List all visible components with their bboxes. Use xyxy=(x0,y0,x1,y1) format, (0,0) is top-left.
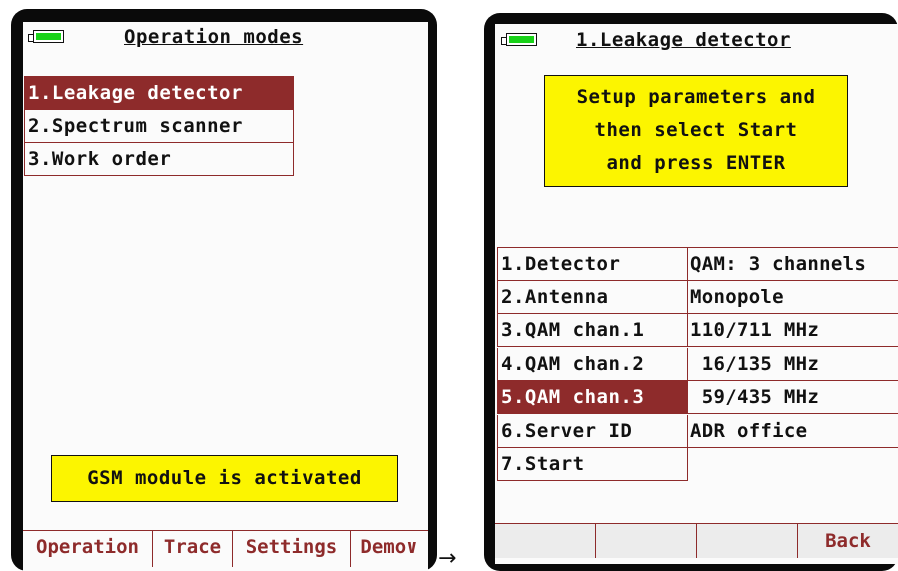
instruction-line-1: Setup parameters and xyxy=(576,86,816,108)
tab-operation[interactable]: Operation xyxy=(23,531,153,567)
menu-item-spectrum-scanner[interactable]: 2.Spectrum scanner xyxy=(25,110,293,143)
param-value[interactable]: 110/711 MHz xyxy=(686,314,898,347)
param-row-qam-chan-2: 4.QAM chan.2 16/135 MHz xyxy=(497,347,898,382)
param-name[interactable]: 5.QAM chan.3 xyxy=(497,381,688,414)
back-button[interactable]: Back xyxy=(798,524,898,558)
left-screen: Operation modes 1.Leakage detector 2.Spe… xyxy=(23,22,428,571)
page-title: Operation modes xyxy=(124,26,304,48)
right-device: 1.Leakage detector Setup parameters and … xyxy=(484,13,898,571)
softkey-3[interactable] xyxy=(697,524,798,558)
battery-icon xyxy=(28,30,64,44)
parameter-table: 1.Detector QAM: 3 channels 2.Antenna Mon… xyxy=(497,247,898,482)
param-name[interactable]: 4.QAM chan.2 xyxy=(497,347,688,381)
param-name[interactable]: 7.Start xyxy=(497,448,688,481)
param-name[interactable]: 6.Server ID xyxy=(497,414,688,448)
bottom-tabs: Operation Trace Settings Demo∨ xyxy=(23,530,428,567)
tab-settings[interactable]: Settings xyxy=(233,531,351,567)
tab-trace[interactable]: Trace xyxy=(153,531,233,567)
param-value[interactable]: Monopole xyxy=(686,281,898,314)
param-row-detector: 1.Detector QAM: 3 channels xyxy=(497,247,898,281)
menu-item-leakage-detector[interactable]: 1.Leakage detector xyxy=(25,77,293,110)
menu-item-work-order[interactable]: 3.Work order xyxy=(25,143,293,176)
param-value[interactable]: ADR office xyxy=(686,415,898,448)
instruction-line-3: and press ENTER xyxy=(606,152,786,174)
param-value[interactable]: QAM: 3 channels xyxy=(686,247,898,281)
param-row-antenna: 2.Antenna Monopole xyxy=(497,280,898,315)
page-title: 1.Leakage detector xyxy=(576,29,791,51)
param-value[interactable]: 59/435 MHz xyxy=(686,381,898,414)
param-row-start: 7.Start xyxy=(497,448,898,482)
softkey-bar: Back xyxy=(495,523,898,558)
param-name[interactable]: 2.Antenna xyxy=(497,280,688,314)
instruction-line-2: then select Start xyxy=(594,119,798,141)
operation-menu: 1.Leakage detector 2.Spectrum scanner 3.… xyxy=(24,76,294,176)
param-row-qam-chan-3: 5.QAM chan.3 59/435 MHz xyxy=(497,381,898,415)
param-value[interactable]: 16/135 MHz xyxy=(686,348,898,381)
left-device: Operation modes 1.Leakage detector 2.Spe… xyxy=(11,9,437,571)
param-name[interactable]: 3.QAM chan.1 xyxy=(497,314,688,347)
right-screen: 1.Leakage detector Setup parameters and … xyxy=(495,24,898,564)
param-row-qam-chan-1: 3.QAM chan.1 110/711 MHz xyxy=(497,314,898,348)
arrow-icon: → xyxy=(438,546,457,571)
tab-demo[interactable]: Demo∨ xyxy=(351,531,427,567)
battery-icon xyxy=(501,33,537,47)
instruction-box: Setup parameters and then select Start a… xyxy=(544,75,848,187)
softkey-1[interactable] xyxy=(495,524,596,558)
param-name[interactable]: 1.Detector xyxy=(497,247,688,281)
param-row-server-id: 6.Server ID ADR office xyxy=(497,414,898,449)
status-message: GSM module is activated xyxy=(51,455,398,502)
softkey-2[interactable] xyxy=(596,524,697,558)
